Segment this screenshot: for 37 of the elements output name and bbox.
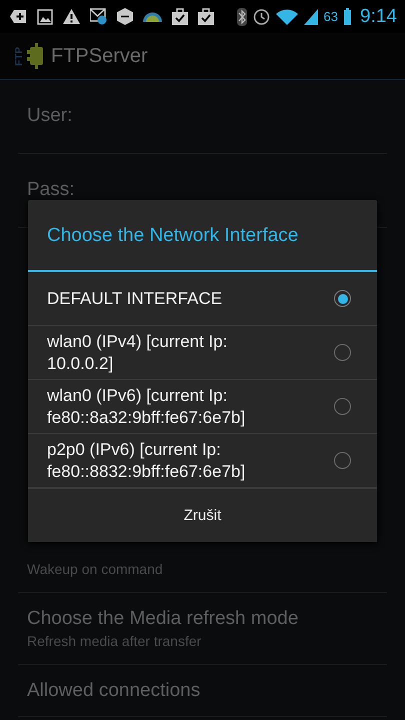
image-icon <box>37 8 53 24</box>
dome-icon <box>143 11 162 22</box>
interface-option[interactable]: DEFAULT INTERFACE <box>28 272 377 326</box>
setting-title: Allowed connections <box>27 679 202 703</box>
option-label: wlan0 (IPv6) [current Ip: fe80::8a32:9bff:fe67:6e7b] <box>47 384 246 428</box>
radio-button[interactable] <box>334 290 351 307</box>
field-label: User: <box>27 104 74 126</box>
field-label: Pass: <box>27 178 76 200</box>
setting-title: Choose the Media refresh mode <box>27 607 300 631</box>
option-label: DEFAULT INTERFACE <box>47 288 224 310</box>
interface-option[interactable]: wlan0 (IPv6) [current Ip: fe80::8a32:9bff:fe67:6e7b] <box>28 380 377 434</box>
app-title: FTPServer <box>51 44 148 68</box>
setting-summary: Refresh media after transfer <box>27 632 202 651</box>
cancel-button[interactable]: Zrušit <box>28 488 377 542</box>
interface-option[interactable]: wlan0 (IPv4) [current Ip: 10.0.0.2] <box>28 326 377 380</box>
option-label: wlan0 (IPv4) [current Ip: 10.0.0.2] <box>47 330 228 374</box>
battery-level: 63 <box>324 9 338 24</box>
mail-icon <box>90 8 107 25</box>
wifi-icon <box>276 8 298 24</box>
dialog-title: Choose the Network Interface <box>28 200 377 272</box>
option-label: p2p0 (IPv6) [current Ip: fe80::8832:9bff:fe67:6e7b] <box>47 438 246 482</box>
signal-icon <box>304 8 318 24</box>
radio-button[interactable] <box>334 452 351 469</box>
robot-icon <box>27 43 43 69</box>
battery-icon <box>344 8 352 25</box>
bag-check-icon <box>172 8 188 25</box>
bluetooth-icon <box>236 8 247 26</box>
radio-button[interactable] <box>334 398 351 415</box>
setting-summary: Wakeup on command <box>27 560 164 579</box>
logo-text: FTP <box>14 46 25 66</box>
radio-button[interactable] <box>334 344 351 361</box>
bag-check-icon <box>198 8 214 25</box>
add-icon <box>10 9 27 24</box>
hexagon-icon <box>117 8 133 25</box>
clock: 9:14 <box>360 6 397 28</box>
warning-icon <box>63 9 80 24</box>
alarm-clock-icon <box>252 8 270 25</box>
